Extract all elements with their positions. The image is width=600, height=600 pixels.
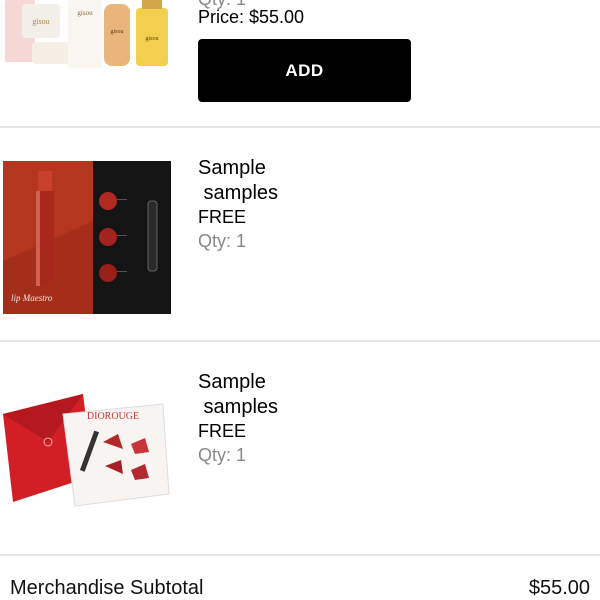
item-name-line2: samples (198, 396, 279, 418)
product-image-gisou-set: gisou gisou gisou gisou (0, 0, 175, 72)
svg-text:gisou: gisou (145, 36, 158, 42)
svg-text:gisou: gisou (110, 29, 123, 35)
item-price: FREE (198, 421, 247, 441)
item-price: Price: $55.00 (198, 7, 305, 27)
cart-item-3: DIOROUGE Sample samples FREE Qty: 1 (0, 342, 600, 554)
add-button[interactable]: ADD (198, 39, 411, 102)
product-image-dior-rouge-sample: DIOROUGE (3, 394, 170, 507)
cart-item-1: gisou gisou gisou gisou Qty: 1 Price: $5… (0, 0, 600, 126)
product-image-lip-maestro-sample: lip Maestro (3, 161, 171, 314)
subtotal-label: Merchandise Subtotal (10, 577, 204, 599)
item-qty: Qty: 1 (198, 231, 247, 251)
subtotal-value: $55.00 (528, 577, 590, 599)
item-name-line1: Sample (198, 371, 266, 393)
svg-text:gisou: gisou (77, 9, 93, 17)
item-name-line1: Sample (198, 157, 266, 179)
svg-text:gisou: gisou (32, 17, 49, 26)
item-price: FREE (198, 207, 247, 227)
divider (0, 554, 600, 556)
item-qty: Qty: 1 (198, 445, 247, 465)
svg-text:DIOROUGE: DIOROUGE (87, 411, 139, 422)
cart-item-2: lip Maestro Sample samples FREE Qty: 1 (0, 128, 600, 340)
item-name-line2: samples (198, 182, 279, 204)
svg-text:lip Maestro: lip Maestro (11, 293, 53, 303)
